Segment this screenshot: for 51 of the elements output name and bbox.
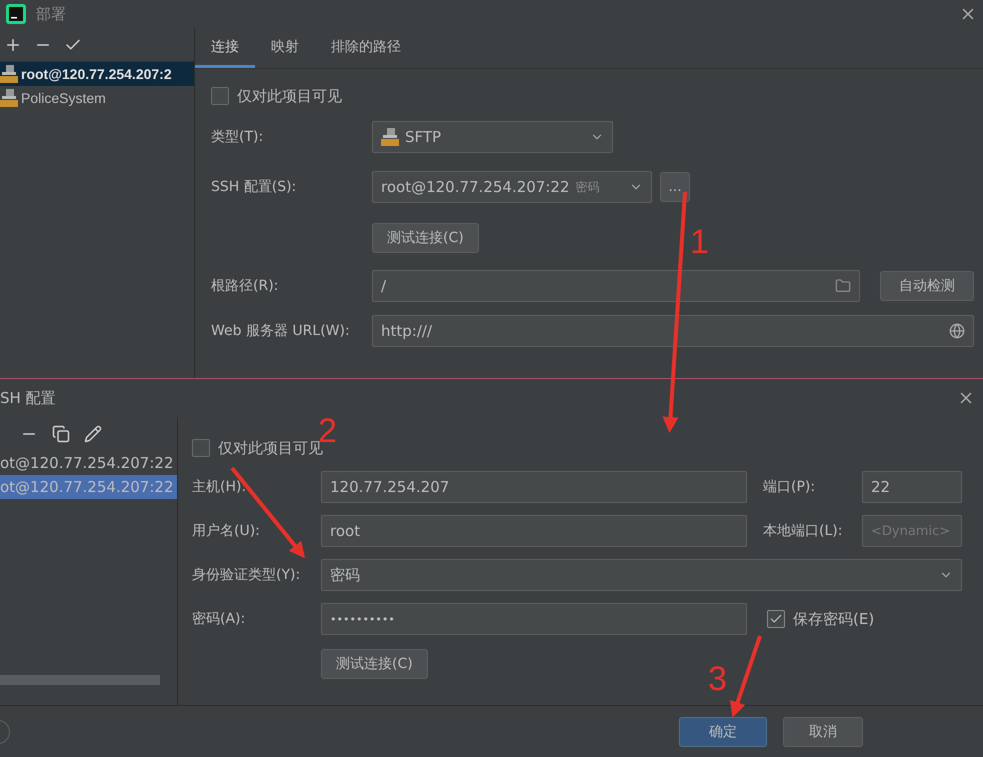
field-label: 本地端口(L): <box>763 522 844 540</box>
web-url-field[interactable]: http:/// <box>372 315 974 347</box>
server-item[interactable]: PoliceSystem <box>0 86 194 110</box>
app-logo-icon <box>6 4 26 24</box>
server-icon <box>0 88 18 108</box>
server-item[interactable]: root@120.77.254.207:2 <box>0 62 194 86</box>
ssh-config-dropdown[interactable]: root@120.77.254.207:22 密码 <box>372 171 652 203</box>
field-label: 端口(P): <box>763 478 816 496</box>
window-title: 部署 <box>36 4 67 24</box>
checkbox[interactable] <box>767 610 785 628</box>
cancel-button[interactable]: 取消 <box>783 716 863 746</box>
port-field[interactable]: 22 <box>862 471 962 503</box>
field-label: 用户名(U): <box>192 522 261 541</box>
browse-button[interactable]: ... <box>660 172 690 202</box>
field-label: 根路径(R): <box>211 277 280 296</box>
annotation-number: 1 <box>690 225 709 259</box>
checkbox-label: 保存密码(E) <box>793 610 874 628</box>
tab[interactable]: 连接 <box>195 28 255 68</box>
root-path-field[interactable]: / <box>372 270 860 302</box>
field-label: 身份验证类型(Y): <box>192 566 302 585</box>
username-field[interactable]: root <box>321 515 747 547</box>
field-label: SSH 配置(S): <box>211 178 298 197</box>
checkbox[interactable] <box>211 87 229 105</box>
checkbox-label: 仅对此项目可见 <box>237 86 342 106</box>
server-icon <box>0 64 18 84</box>
copy-icon[interactable] <box>52 425 70 443</box>
type-dropdown[interactable]: SFTP <box>372 121 613 153</box>
autodetect-button[interactable]: 自动检测 <box>880 271 974 301</box>
test-connection-button[interactable]: 测试连接(C) <box>321 649 428 679</box>
annotation-number: 2 <box>318 414 337 448</box>
dialog-title: SH 配置 <box>0 388 57 408</box>
field-label: 密码(A): <box>192 610 246 629</box>
field-label: Web 服务器 URL(W): <box>211 322 351 341</box>
config-item[interactable]: ot@120.77.254.207:22 <box>0 475 177 499</box>
tab[interactable]: 映射 <box>255 28 315 68</box>
test-connection-button[interactable]: 测试连接(C) <box>372 223 479 253</box>
folder-icon[interactable] <box>835 278 851 294</box>
annotation-number: 3 <box>708 662 727 696</box>
edit-icon[interactable] <box>84 425 102 443</box>
host-field[interactable]: 120.77.254.207 <box>321 471 747 503</box>
scrollbar[interactable] <box>0 675 160 685</box>
password-field[interactable]: •••••••••• <box>321 603 747 635</box>
globe-icon[interactable] <box>949 323 965 339</box>
field-label: 类型(T): <box>211 128 264 147</box>
ok-button[interactable]: 确定 <box>679 716 767 746</box>
checkbox[interactable] <box>192 439 210 457</box>
auth-type-dropdown[interactable]: 密码 <box>321 559 962 591</box>
tab[interactable]: 排除的路径 <box>315 28 417 68</box>
field-label: 主机(H): <box>192 478 248 497</box>
config-item[interactable]: ot@120.77.254.207:22 <box>0 451 177 475</box>
server-icon <box>381 127 399 147</box>
